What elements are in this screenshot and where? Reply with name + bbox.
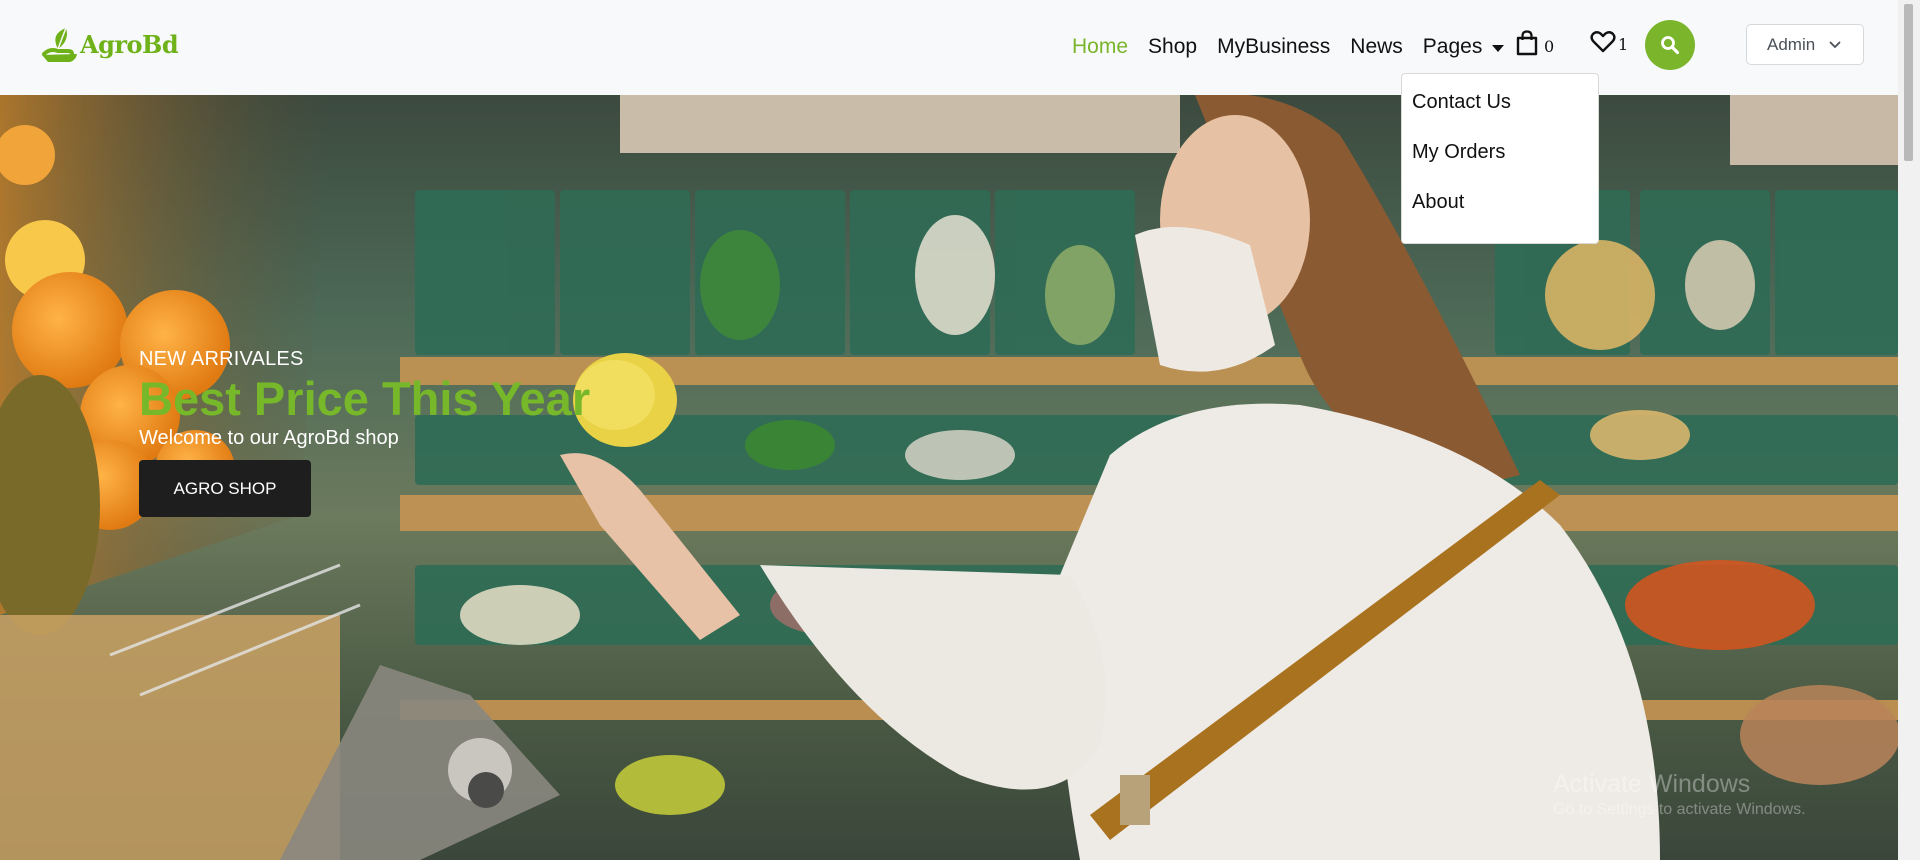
hero-content: NEW ARRIVALES Best Price This Year Welco… [139,348,590,517]
dropdown-item-contact-us[interactable]: Contact Us [1402,84,1598,134]
wishlist-count: 1 [1618,35,1629,54]
page-scrollbar[interactable] [1898,0,1920,860]
agro-shop-button[interactable]: AGRO SHOP [139,460,311,517]
watermark-line2: Go to Settings to activate Windows. [1553,801,1806,818]
nav-pages-label: Pages [1422,35,1483,58]
nav-mybusiness[interactable]: MyBusiness [1217,35,1330,59]
caret-down-icon [1492,44,1505,52]
scrollbar-thumb[interactable] [1904,4,1913,161]
hero-subtitle: NEW ARRIVALES [139,348,304,370]
nav-shop[interactable]: Shop [1148,35,1197,59]
pages-dropdown-menu: Contact Us My Orders About [1401,73,1599,244]
site-header: AgroBd Home Shop MyBusiness News Pages 0… [0,0,1898,95]
windows-activation-watermark: Activate Windows Go to Settings to activ… [1553,770,1806,819]
main-nav: Home Shop MyBusiness News Pages [1072,32,1524,62]
hero-welcome-text: Welcome to our AgroBd shop [139,427,399,449]
user-select[interactable]: Admin [1746,24,1864,65]
nav-home[interactable]: Home [1072,35,1128,59]
hero-banner: NEW ARRIVALES Best Price This Year Welco… [0,95,1898,860]
dropdown-item-my-orders[interactable]: My Orders [1402,134,1598,184]
watermark-line1: Activate Windows [1553,770,1751,798]
wishlist-button[interactable]: 1 [1590,30,1628,54]
leaf-hand-icon [42,27,77,62]
search-button[interactable] [1645,20,1695,70]
cart-count: 0 [1544,37,1555,56]
user-select-value: Admin [1767,34,1816,54]
heart-icon [1590,31,1616,53]
nav-pages-toggle[interactable]: Pages [1423,35,1505,59]
shopping-bag-icon [1516,30,1538,56]
brand-logo[interactable]: AgroBd [40,24,179,64]
cart-button[interactable]: 0 [1516,30,1554,56]
brand-name: AgroBd [80,29,179,59]
nav-news[interactable]: News [1350,35,1403,59]
hero-title: Best Price This Year [139,372,591,425]
chevron-down-icon [1829,41,1841,48]
dropdown-item-about[interactable]: About [1402,184,1598,234]
search-icon [1661,36,1680,55]
